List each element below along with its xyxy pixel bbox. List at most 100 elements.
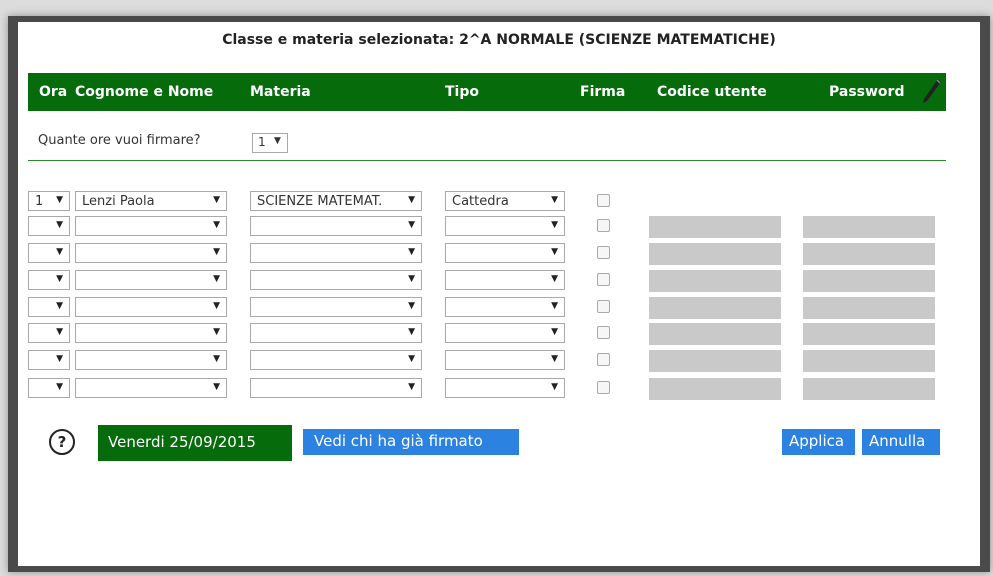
table-row: ▼ ▼ ▼ ▼ bbox=[18, 378, 980, 400]
table-row: 1 ▼ Lenzi Paola ▼ SCIENZE MATEMAT. ▼ Cattedra ▼ bbox=[18, 191, 980, 213]
subject-select[interactable]: ▼ bbox=[250, 243, 422, 263]
user-code-field[interactable] bbox=[649, 216, 781, 238]
type-select-value: Cattedra bbox=[452, 194, 509, 209]
password-field[interactable] bbox=[803, 243, 935, 265]
chevron-down-icon: ▼ bbox=[408, 220, 415, 230]
subject-select[interactable]: ▼ bbox=[250, 378, 422, 398]
ora-select[interactable]: ▼ bbox=[28, 350, 70, 370]
ora-select[interactable]: ▼ bbox=[28, 297, 70, 317]
teacher-select[interactable]: ▼ bbox=[75, 243, 227, 263]
firma-checkbox[interactable] bbox=[597, 194, 610, 207]
type-select[interactable]: ▼ bbox=[445, 216, 565, 236]
header-nome: Cognome e Nome bbox=[75, 84, 214, 100]
teacher-select[interactable]: Lenzi Paola ▼ bbox=[75, 191, 227, 211]
table-row: ▼ ▼ ▼ ▼ bbox=[18, 216, 980, 238]
chevron-down-icon: ▼ bbox=[408, 301, 415, 311]
chevron-down-icon: ▼ bbox=[213, 195, 220, 205]
subject-select[interactable]: ▼ bbox=[250, 216, 422, 236]
user-code-field[interactable] bbox=[649, 243, 781, 265]
help-icon[interactable]: ? bbox=[49, 429, 75, 455]
firma-checkbox[interactable] bbox=[597, 219, 610, 232]
type-select[interactable]: ▼ bbox=[445, 323, 565, 343]
apply-button[interactable]: Applica bbox=[782, 429, 855, 455]
chevron-down-icon: ▼ bbox=[551, 354, 558, 364]
ora-select[interactable]: ▼ bbox=[28, 378, 70, 398]
chevron-down-icon: ▼ bbox=[213, 220, 220, 230]
teacher-select[interactable]: ▼ bbox=[75, 323, 227, 343]
user-code-field[interactable] bbox=[649, 270, 781, 292]
password-field[interactable] bbox=[803, 350, 935, 372]
ora-select[interactable]: 1 ▼ bbox=[28, 191, 70, 211]
header-codice: Codice utente bbox=[657, 84, 767, 100]
user-code-field[interactable] bbox=[649, 378, 781, 400]
password-field[interactable] bbox=[803, 378, 935, 400]
type-select[interactable]: ▼ bbox=[445, 378, 565, 398]
ora-select[interactable]: ▼ bbox=[28, 270, 70, 290]
chevron-down-icon: ▼ bbox=[551, 382, 558, 392]
type-select[interactable]: Cattedra ▼ bbox=[445, 191, 565, 211]
teacher-select[interactable]: ▼ bbox=[75, 216, 227, 236]
subject-select-value: SCIENZE MATEMAT. bbox=[257, 194, 383, 209]
teacher-select[interactable]: ▼ bbox=[75, 297, 227, 317]
chevron-down-icon: ▼ bbox=[408, 247, 415, 257]
subject-select[interactable]: ▼ bbox=[250, 270, 422, 290]
chevron-down-icon: ▼ bbox=[56, 247, 63, 257]
chevron-down-icon: ▼ bbox=[408, 274, 415, 284]
chevron-down-icon: ▼ bbox=[408, 327, 415, 337]
table-row: ▼ ▼ ▼ ▼ bbox=[18, 243, 980, 265]
subject-select[interactable]: ▼ bbox=[250, 323, 422, 343]
chevron-down-icon: ▼ bbox=[408, 354, 415, 364]
ora-select[interactable]: ▼ bbox=[28, 216, 70, 236]
chevron-down-icon: ▼ bbox=[551, 327, 558, 337]
ora-select[interactable]: ▼ bbox=[28, 323, 70, 343]
hours-label: Quante ore vuoi firmare? bbox=[38, 133, 201, 148]
subject-select[interactable]: SCIENZE MATEMAT. ▼ bbox=[250, 191, 422, 211]
chevron-down-icon: ▼ bbox=[213, 327, 220, 337]
subject-select[interactable]: ▼ bbox=[250, 297, 422, 317]
table-header: Ora Cognome e Nome Materia Tipo Firma Co… bbox=[28, 73, 946, 111]
password-field[interactable] bbox=[803, 216, 935, 238]
ora-select-value: 1 bbox=[35, 194, 44, 209]
type-select[interactable]: ▼ bbox=[445, 350, 565, 370]
chevron-down-icon: ▼ bbox=[551, 195, 558, 205]
chevron-down-icon: ▼ bbox=[56, 301, 63, 311]
header-firma: Firma bbox=[580, 84, 626, 100]
cancel-button[interactable]: Annulla bbox=[862, 429, 940, 455]
teacher-select-value: Lenzi Paola bbox=[82, 194, 155, 209]
teacher-select[interactable]: ▼ bbox=[75, 378, 227, 398]
date-button[interactable]: Venerdi 25/09/2015 bbox=[98, 425, 292, 461]
user-code-field[interactable] bbox=[649, 350, 781, 372]
password-field[interactable] bbox=[803, 270, 935, 292]
type-select[interactable]: ▼ bbox=[445, 297, 565, 317]
firma-checkbox[interactable] bbox=[597, 353, 610, 366]
hours-select[interactable]: 1 ▼ bbox=[252, 133, 288, 153]
header-tipo: Tipo bbox=[445, 84, 479, 100]
user-code-field[interactable] bbox=[649, 323, 781, 345]
user-code-field[interactable] bbox=[649, 297, 781, 319]
firma-checkbox[interactable] bbox=[597, 326, 610, 339]
teacher-select[interactable]: ▼ bbox=[75, 270, 227, 290]
password-field[interactable] bbox=[803, 297, 935, 319]
table-row: ▼ ▼ ▼ ▼ bbox=[18, 350, 980, 372]
divider bbox=[28, 160, 946, 161]
teacher-select[interactable]: ▼ bbox=[75, 350, 227, 370]
pen-icon[interactable] bbox=[920, 77, 942, 105]
firma-checkbox[interactable] bbox=[597, 246, 610, 259]
table-row: ▼ ▼ ▼ ▼ bbox=[18, 297, 980, 319]
ora-select[interactable]: ▼ bbox=[28, 243, 70, 263]
chevron-down-icon: ▼ bbox=[56, 274, 63, 284]
table-row: ▼ ▼ ▼ ▼ bbox=[18, 323, 980, 345]
chevron-down-icon: ▼ bbox=[213, 247, 220, 257]
firma-checkbox[interactable] bbox=[597, 300, 610, 313]
chevron-down-icon: ▼ bbox=[551, 301, 558, 311]
chevron-down-icon: ▼ bbox=[408, 195, 415, 205]
hours-select-value: 1 bbox=[258, 135, 266, 149]
password-field[interactable] bbox=[803, 323, 935, 345]
sign-dialog: Classe e materia selezionata: 2^A NORMAL… bbox=[18, 22, 980, 566]
firma-checkbox[interactable] bbox=[597, 273, 610, 286]
type-select[interactable]: ▼ bbox=[445, 270, 565, 290]
type-select[interactable]: ▼ bbox=[445, 243, 565, 263]
subject-select[interactable]: ▼ bbox=[250, 350, 422, 370]
firma-checkbox[interactable] bbox=[597, 381, 610, 394]
view-signed-button[interactable]: Vedi chi ha già firmato bbox=[303, 429, 519, 455]
